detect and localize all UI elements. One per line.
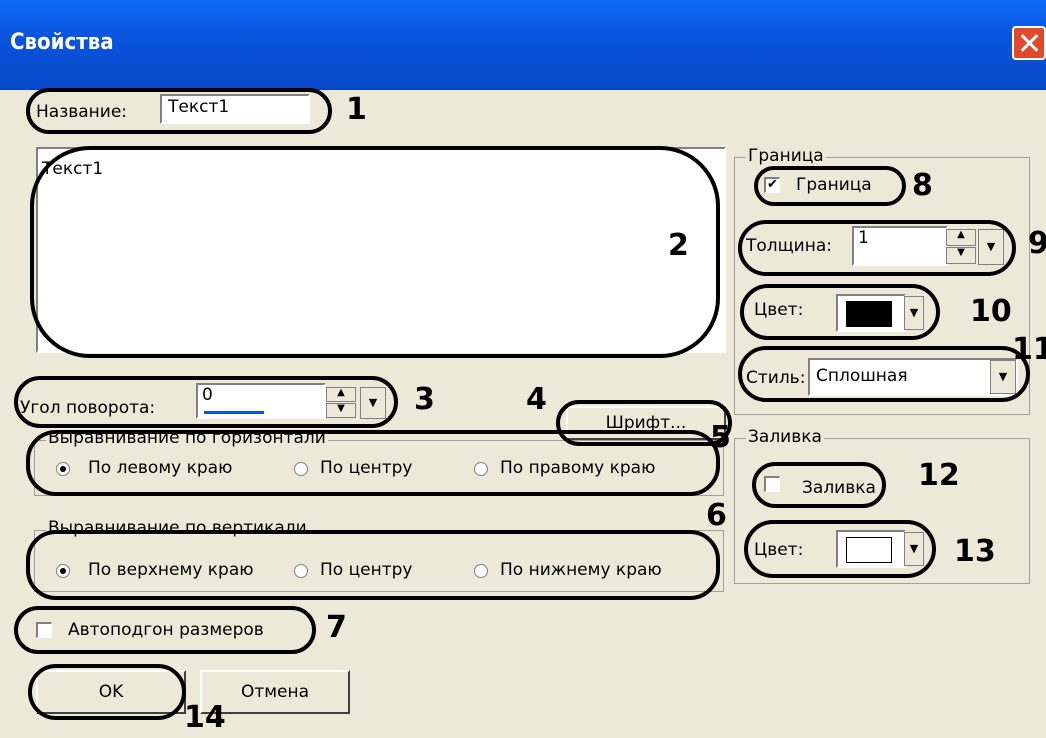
annotation-oval-7 — [14, 606, 316, 654]
callout-4: 4 — [526, 382, 547, 417]
close-icon[interactable] — [1012, 26, 1046, 60]
annotation-oval-6 — [26, 530, 720, 600]
callout-6: 6 — [706, 498, 727, 533]
annotation-oval-14 — [28, 664, 186, 720]
annotation-oval-5 — [26, 430, 720, 496]
callout-9: 9 — [1028, 226, 1046, 261]
callout-13: 13 — [954, 534, 996, 569]
window-title: Свойства — [10, 30, 114, 55]
annotation-oval-11 — [738, 346, 1030, 402]
title-bar — [0, 0, 1046, 90]
callout-11: 11 — [1012, 332, 1046, 367]
callout-7: 7 — [326, 610, 347, 645]
border-group-title: Граница — [746, 146, 826, 166]
annotation-oval-8 — [754, 166, 906, 206]
annotation-oval-12 — [752, 462, 886, 508]
fill-group-title: Заливка — [746, 427, 824, 447]
callout-14: 14 — [184, 700, 226, 735]
callout-5: 5 — [710, 420, 731, 455]
annotation-oval-3 — [14, 376, 398, 428]
annotation-oval-13 — [744, 520, 936, 578]
callout-10: 10 — [970, 294, 1012, 329]
callout-1: 1 — [346, 92, 367, 127]
annotation-oval-2 — [30, 146, 720, 358]
callout-2: 2 — [668, 228, 689, 263]
annotation-oval-10 — [740, 284, 940, 340]
callout-8: 8 — [912, 168, 933, 203]
annotation-oval-9 — [738, 220, 1016, 276]
callout-12: 12 — [918, 458, 960, 493]
callout-3: 3 — [414, 382, 435, 417]
annotation-oval-1 — [26, 88, 332, 134]
